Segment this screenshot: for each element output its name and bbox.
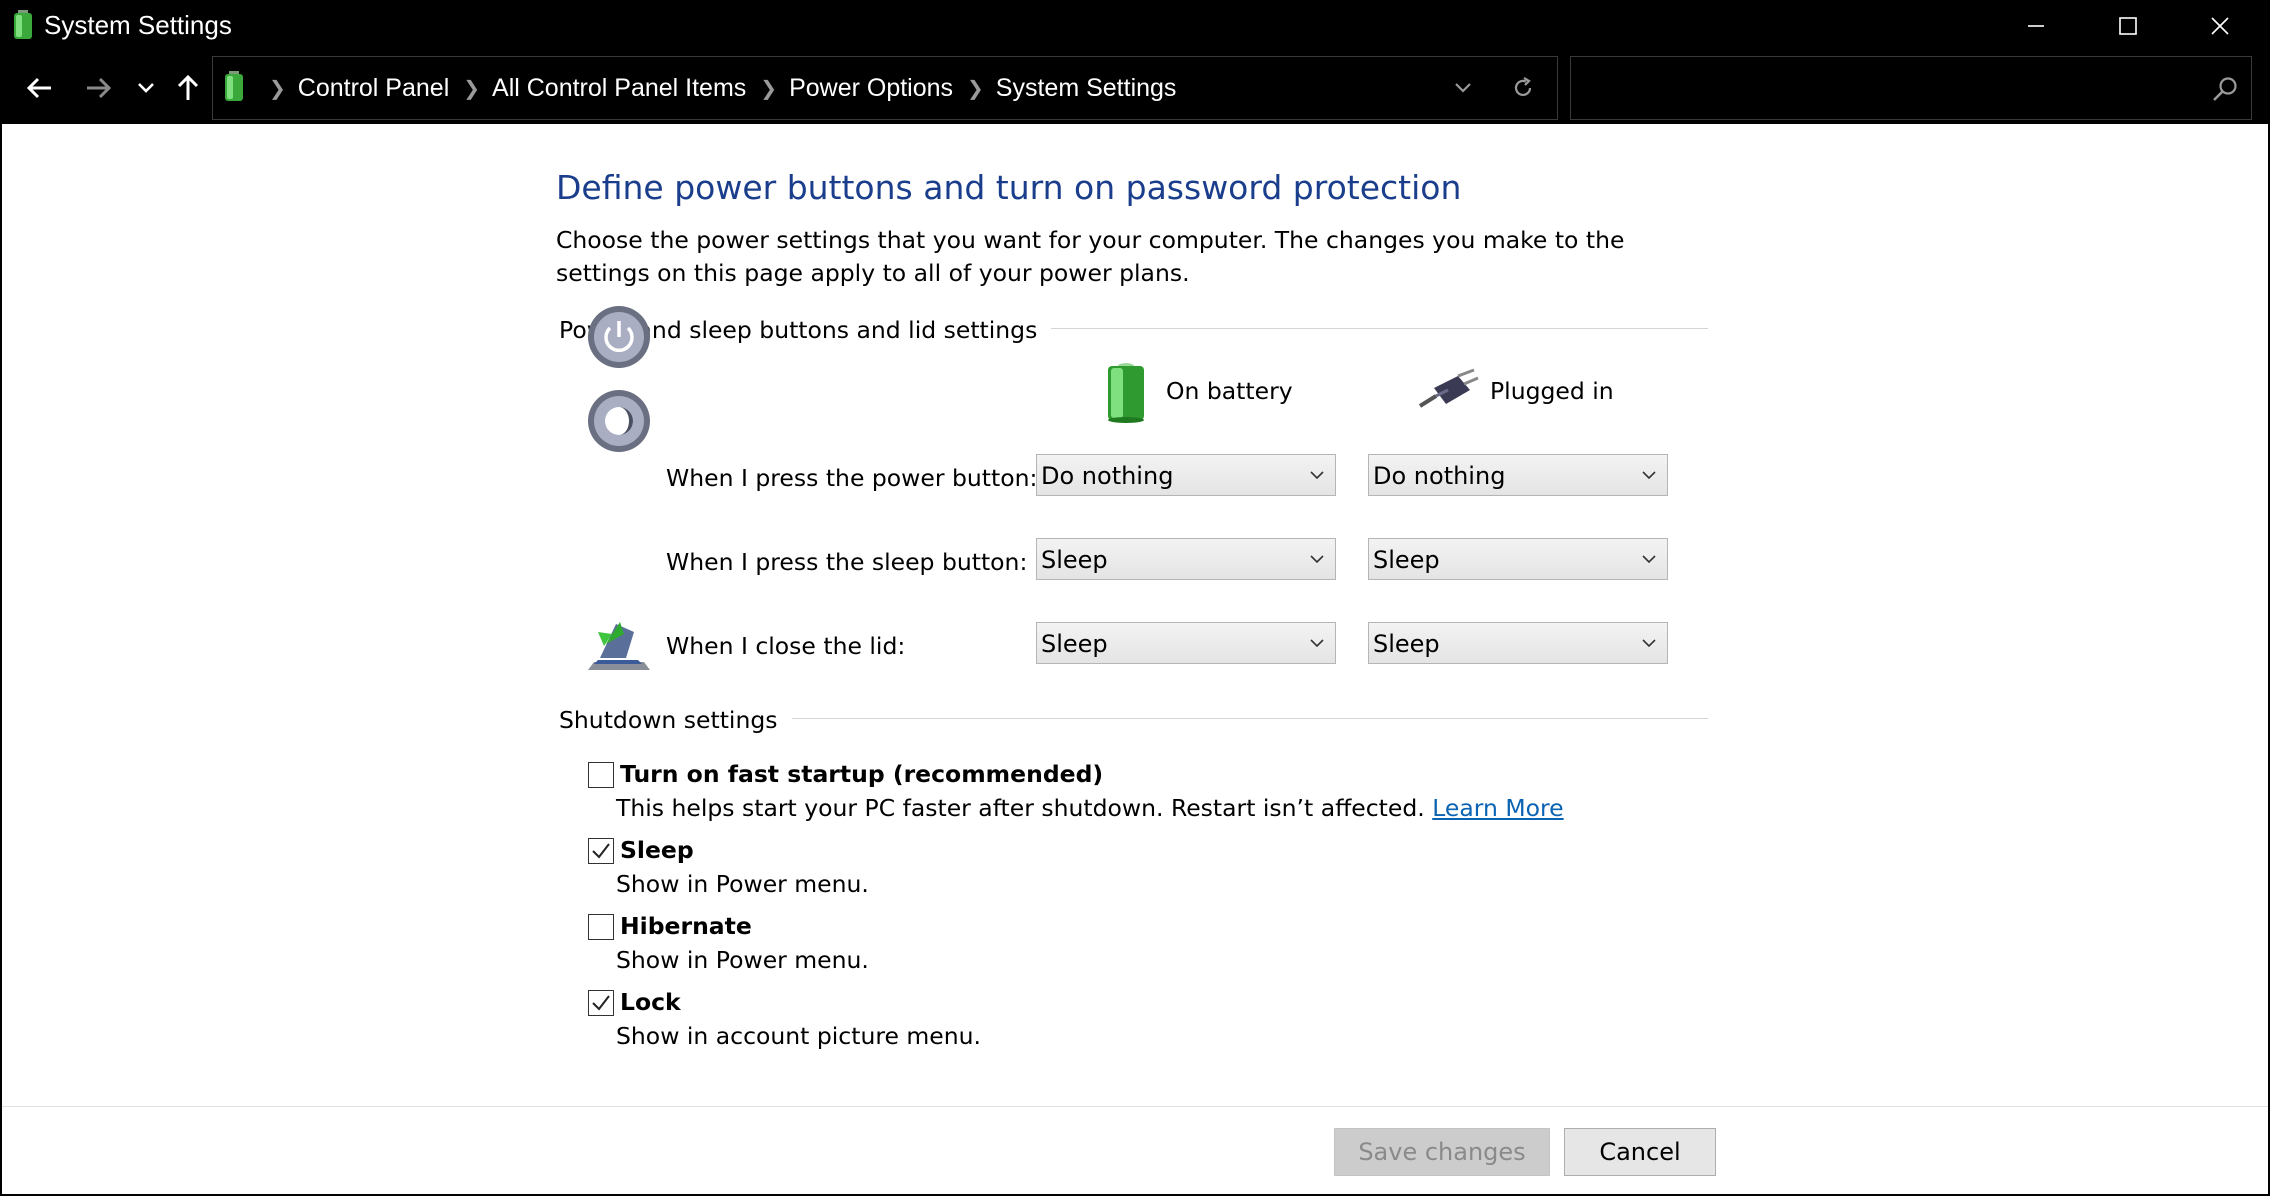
column-header-on-battery: On battery — [1166, 377, 1293, 405]
select-value: Sleep — [1041, 546, 1108, 574]
battery-icon — [1108, 363, 1144, 423]
select-value: Do nothing — [1373, 462, 1506, 490]
breadcrumb-power-options[interactable]: Power Options — [789, 74, 953, 103]
column-header-plugged-in: Plugged in — [1490, 377, 1614, 405]
hibernate-option-label[interactable]: Hibernate — [620, 912, 752, 940]
sleep-checkbox[interactable] — [588, 838, 614, 864]
shutdown-group-title: Shutdown settings — [559, 706, 792, 734]
forward-button[interactable] — [78, 66, 118, 110]
chevron-down-icon — [1642, 555, 1656, 564]
sleep-button-plugged-in-select[interactable]: Sleep — [1368, 538, 1668, 580]
checkmark-icon — [592, 995, 610, 1011]
search-box[interactable] — [1570, 56, 2252, 120]
power-button-icon — [588, 306, 650, 368]
address-history-button[interactable] — [1443, 73, 1483, 103]
chevron-down-icon — [1310, 555, 1324, 564]
search-icon[interactable] — [2211, 75, 2239, 103]
select-value: Sleep — [1041, 630, 1108, 658]
learn-more-link[interactable]: Learn More — [1432, 794, 1563, 822]
back-button[interactable] — [20, 66, 60, 110]
address-bar[interactable]: ❯ Control Panel ❯ All Control Panel Item… — [212, 56, 1558, 120]
minimize-button[interactable] — [1990, 0, 2082, 52]
refresh-icon — [1514, 77, 1532, 97]
power-button-plugged-in-select[interactable]: Do nothing — [1368, 454, 1668, 496]
close-lid-plugged-in-select[interactable]: Sleep — [1368, 622, 1668, 664]
title-bar: System Settings — [0, 0, 2270, 52]
fast-startup-checkbox[interactable] — [588, 762, 614, 788]
lock-option-description: Show in account picture menu. — [616, 1022, 982, 1050]
chevron-down-icon — [1310, 639, 1324, 648]
close-icon — [2211, 17, 2229, 35]
navigation-bar: ❯ Control Panel ❯ All Control Panel Item… — [0, 52, 2270, 124]
select-value: Sleep — [1373, 630, 1440, 658]
lock-option-label[interactable]: Lock — [620, 988, 681, 1016]
search-input[interactable] — [1581, 67, 2181, 109]
sleep-button-icon — [588, 390, 650, 452]
cancel-button[interactable]: Cancel — [1564, 1128, 1716, 1176]
breadcrumb-system-settings[interactable]: System Settings — [996, 74, 1177, 103]
power-plug-icon — [1418, 368, 1479, 408]
refresh-button[interactable] — [1503, 71, 1543, 105]
hibernate-checkbox[interactable] — [588, 914, 614, 940]
sleep-option-label[interactable]: Sleep — [620, 836, 694, 864]
arrow-right-icon — [87, 77, 111, 99]
maximize-icon — [2119, 17, 2137, 35]
chevron-down-icon — [1455, 83, 1471, 93]
close-lid-label: When I close the lid: — [666, 632, 906, 660]
save-changes-button[interactable]: Save changes — [1334, 1128, 1550, 1176]
hibernate-option-description: Show in Power menu. — [616, 946, 869, 974]
breadcrumb-all-items[interactable]: All Control Panel Items — [492, 74, 746, 103]
main-content: Define power buttons and turn on passwor… — [2, 124, 2268, 1194]
power-button-on-battery-select[interactable]: Do nothing — [1036, 454, 1336, 496]
breadcrumb: ❯ Control Panel ❯ All Control Panel Item… — [255, 57, 1176, 119]
battery-location-icon — [225, 71, 243, 101]
sleep-button-label: When I press the sleep button: — [666, 548, 1028, 576]
battery-app-icon — [14, 10, 32, 39]
fast-startup-description-text: This helps start your PC faster after sh… — [616, 794, 1425, 822]
group-divider — [992, 328, 1708, 329]
chevron-down-icon — [1310, 471, 1324, 480]
select-value: Sleep — [1373, 546, 1440, 574]
breadcrumb-separator[interactable]: ❯ — [967, 76, 984, 101]
breadcrumb-separator: ❯ — [269, 77, 286, 100]
close-lid-on-battery-select[interactable]: Sleep — [1036, 622, 1336, 664]
close-button[interactable] — [2174, 0, 2266, 52]
sleep-button-on-battery-select[interactable]: Sleep — [1036, 538, 1336, 580]
breadcrumb-separator[interactable]: ❯ — [463, 76, 480, 101]
select-value: Do nothing — [1041, 462, 1174, 490]
fast-startup-label[interactable]: Turn on fast startup (recommended) — [620, 760, 1103, 788]
chevron-down-icon — [1642, 639, 1656, 648]
breadcrumb-control-panel[interactable]: Control Panel — [298, 74, 449, 103]
breadcrumb-separator[interactable]: ❯ — [760, 76, 777, 101]
sleep-option-description: Show in Power menu. — [616, 870, 869, 898]
page-title: Define power buttons and turn on passwor… — [556, 168, 1462, 207]
recent-locations-button[interactable] — [126, 66, 166, 110]
maximize-button[interactable] — [2082, 0, 2174, 52]
group-divider — [762, 718, 1708, 719]
checkmark-icon — [592, 843, 610, 859]
lock-checkbox[interactable] — [588, 990, 614, 1016]
up-button[interactable] — [168, 66, 208, 110]
laptop-lid-icon — [588, 622, 650, 670]
page-description: Choose the power settings that you want … — [556, 226, 1625, 287]
chevron-down-icon — [1642, 471, 1656, 480]
minimize-icon — [2028, 25, 2044, 27]
chevron-down-icon — [138, 83, 154, 93]
footer-divider — [2, 1106, 2268, 1107]
power-button-label: When I press the power button: — [666, 464, 1038, 492]
window-title: System Settings — [44, 10, 232, 40]
arrow-left-icon — [27, 77, 51, 99]
fast-startup-description: This helps start your PC faster after sh… — [616, 794, 1564, 822]
arrow-up-icon — [177, 75, 199, 100]
